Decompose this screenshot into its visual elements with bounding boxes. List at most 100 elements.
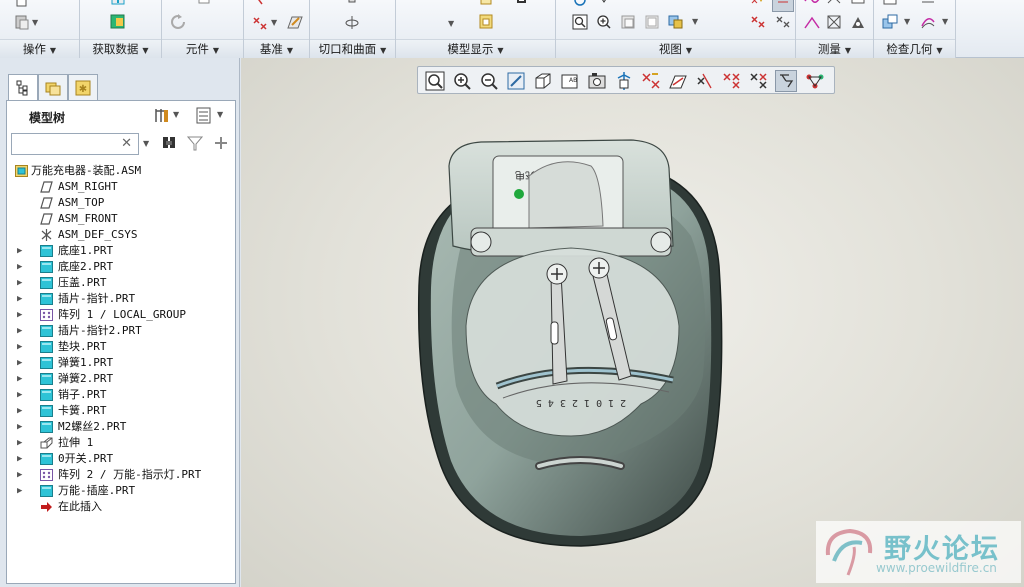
tree-item[interactable]: ▶ 垫块.PRT bbox=[7, 339, 235, 355]
tree-item[interactable]: ▶ 销子.PRT bbox=[7, 387, 235, 403]
graphics-window[interactable]: AB 充电 2 1 0 1 2 3 4 5 野火论坛 www.proewildf… bbox=[241, 58, 1024, 587]
component-icon[interactable] bbox=[196, 0, 212, 12]
paste-dropdown-icon[interactable]: ▼ bbox=[32, 18, 38, 27]
ribbon-group-label-get-data[interactable]: 获取数据 ▼ bbox=[80, 39, 161, 58]
csys-display-icon[interactable] bbox=[721, 70, 743, 92]
saved-views-icon[interactable] bbox=[668, 14, 684, 30]
search-dropdown-icon[interactable]: ▼ bbox=[143, 139, 149, 148]
tree-item[interactable]: ASM_FRONT bbox=[7, 211, 235, 227]
expand-arrow-icon[interactable]: ▶ bbox=[17, 435, 27, 451]
mass-properties-icon[interactable] bbox=[850, 14, 866, 30]
tree-item[interactable]: 在此插入 bbox=[7, 499, 235, 515]
zoom-in-icon[interactable] bbox=[596, 14, 612, 30]
expand-arrow-icon[interactable]: ▶ bbox=[17, 243, 27, 259]
axis-display-icon[interactable] bbox=[667, 70, 689, 92]
expand-arrow-icon[interactable]: ▶ bbox=[17, 371, 27, 387]
tree-item[interactable]: ▶ 0开关.PRT bbox=[7, 451, 235, 467]
extrude-cut-icon[interactable] bbox=[344, 0, 360, 12]
csys-display-icon[interactable] bbox=[775, 14, 791, 30]
refit-icon[interactable] bbox=[572, 14, 588, 30]
tree-settings-icon[interactable] bbox=[153, 107, 171, 125]
tree-item[interactable]: ▶ 插片-指针2.PRT bbox=[7, 323, 235, 339]
spin-center-icon[interactable] bbox=[748, 70, 770, 92]
curvature-icon[interactable] bbox=[804, 0, 820, 12]
sketch-icon[interactable] bbox=[287, 14, 303, 30]
measure-length-icon[interactable] bbox=[850, 0, 866, 12]
find-icon[interactable] bbox=[161, 135, 177, 151]
reflection-icon[interactable] bbox=[920, 14, 936, 30]
tree-search-box[interactable]: ✕ bbox=[11, 133, 139, 155]
datum-point-icon[interactable] bbox=[252, 14, 268, 30]
zoom-in-icon[interactable] bbox=[451, 70, 473, 92]
expand-arrow-icon[interactable]: ▶ bbox=[17, 483, 27, 499]
ribbon-group-label-component[interactable]: 元件 ▼ bbox=[162, 39, 243, 58]
tree-item[interactable]: 万能充电器-装配.ASM bbox=[7, 163, 235, 179]
ribbon-group-label-model-display[interactable]: 模型显示 ▼ bbox=[396, 39, 555, 58]
perspective-view-icon[interactable] bbox=[613, 70, 635, 92]
saved-views-dropdown-icon[interactable]: ▼ bbox=[692, 17, 698, 26]
user-defined-feature-icon[interactable] bbox=[110, 14, 126, 30]
measure-area-icon[interactable] bbox=[826, 14, 842, 30]
explode-view-icon[interactable] bbox=[478, 14, 494, 30]
revolve-icon[interactable] bbox=[344, 14, 360, 30]
annotation-display-toggle[interactable] bbox=[775, 70, 797, 92]
tree-item[interactable]: ▶ 卡簧.PRT bbox=[7, 403, 235, 419]
edit-appearance-icon[interactable] bbox=[478, 0, 494, 12]
tree-item[interactable]: ▶ M2螺丝2.PRT bbox=[7, 419, 235, 435]
tree-search-input[interactable] bbox=[12, 134, 112, 154]
flexible-modeling-icon[interactable] bbox=[804, 70, 826, 92]
tree-item[interactable]: ▶ 弹簧2.PRT bbox=[7, 371, 235, 387]
pairs-clearance-dropdown-icon[interactable]: ▼ bbox=[904, 17, 910, 26]
zoom-out-icon[interactable] bbox=[620, 14, 636, 30]
show-columns-icon[interactable] bbox=[195, 107, 213, 125]
tree-item[interactable]: ASM_RIGHT bbox=[7, 179, 235, 195]
datum-point-dropdown-icon[interactable]: ▼ bbox=[271, 18, 277, 27]
expand-arrow-icon[interactable]: ▶ bbox=[17, 355, 27, 371]
ribbon-group-label-measure[interactable]: 测量 ▼ bbox=[796, 39, 873, 58]
tree-item[interactable]: ASM_TOP bbox=[7, 195, 235, 211]
add-icon[interactable] bbox=[213, 135, 229, 151]
expand-arrow-icon[interactable]: ▶ bbox=[17, 387, 27, 403]
draft-check-icon[interactable] bbox=[920, 0, 936, 12]
expand-arrow-icon[interactable]: ▶ bbox=[17, 419, 27, 435]
tree-settings-dropdown-icon[interactable]: ▼ bbox=[173, 110, 179, 119]
tab-folder-browser[interactable] bbox=[38, 74, 68, 100]
tree-item[interactable]: ▶ 拉伸 1 bbox=[7, 435, 235, 451]
spin-center-icon[interactable] bbox=[572, 0, 588, 12]
paste-icon[interactable] bbox=[14, 14, 30, 30]
tree-item[interactable]: ASM_DEF_CSYS bbox=[7, 227, 235, 243]
ribbon-group-label-view[interactable]: 视图 ▼ bbox=[556, 39, 795, 58]
expand-arrow-icon[interactable]: ▶ bbox=[17, 403, 27, 419]
view-manager-icon[interactable] bbox=[514, 0, 530, 12]
expand-arrow-icon[interactable]: ▶ bbox=[17, 323, 27, 339]
close-icon[interactable]: ✕ bbox=[121, 136, 132, 151]
tree-item[interactable]: ▶ 底座2.PRT bbox=[7, 259, 235, 275]
plane-display-icon[interactable] bbox=[750, 0, 766, 12]
regenerate-icon[interactable] bbox=[170, 14, 186, 30]
charger-assembly-model[interactable]: 充电 2 1 0 1 2 3 4 5 bbox=[411, 136, 731, 556]
view-manager-icon[interactable] bbox=[586, 70, 608, 92]
repaint-icon[interactable] bbox=[644, 14, 660, 30]
global-interference-icon[interactable] bbox=[882, 0, 898, 12]
zoom-out-icon[interactable] bbox=[478, 70, 500, 92]
expand-arrow-icon[interactable]: ▶ bbox=[17, 275, 27, 291]
dihedral-angle-icon[interactable] bbox=[804, 14, 820, 30]
tree-item[interactable]: ▶ 阵列 2 / 万能-指示灯.PRT bbox=[7, 467, 235, 483]
saved-orientations-icon[interactable]: AB bbox=[559, 70, 581, 92]
tree-item[interactable]: ▶ 插片-指针.PRT bbox=[7, 291, 235, 307]
point-display-icon[interactable] bbox=[694, 70, 716, 92]
pan-icon[interactable] bbox=[596, 0, 612, 12]
copy-icon[interactable] bbox=[14, 0, 30, 14]
expand-arrow-icon[interactable]: ▶ bbox=[17, 291, 27, 307]
expand-arrow-icon[interactable]: ▶ bbox=[17, 259, 27, 275]
ribbon-group-label-datum[interactable]: 基准 ▼ bbox=[244, 39, 309, 58]
display-style-dropdown-icon[interactable]: ▼ bbox=[448, 19, 454, 28]
point-display-icon[interactable] bbox=[750, 14, 766, 30]
expand-arrow-icon[interactable]: ▶ bbox=[17, 307, 27, 323]
measure-distance-icon[interactable] bbox=[826, 0, 842, 12]
ribbon-group-label-cuts-surfaces[interactable]: 切口和曲面 ▼ bbox=[310, 39, 395, 58]
filter-icon[interactable] bbox=[187, 135, 203, 151]
expand-arrow-icon[interactable]: ▶ bbox=[17, 451, 27, 467]
plane-display-icon[interactable] bbox=[640, 70, 662, 92]
pairs-clearance-icon[interactable] bbox=[882, 14, 898, 30]
